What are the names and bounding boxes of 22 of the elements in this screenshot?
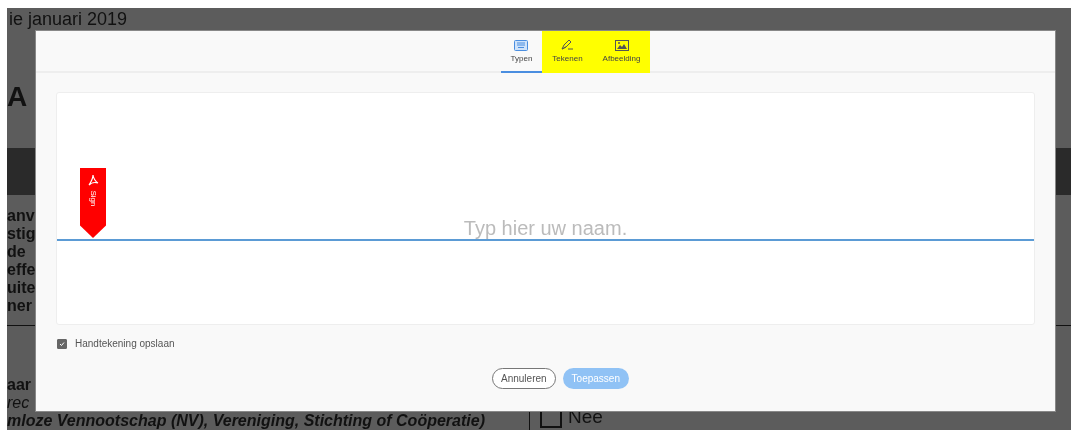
save-label: Handtekening opslaan	[75, 338, 175, 349]
page-date: ie januari 2019	[8, 8, 128, 29]
page-text: ner	[7, 297, 32, 315]
page-text: de	[7, 243, 26, 261]
page-text: rec	[7, 394, 30, 412]
page-text: effe	[7, 261, 36, 279]
sign-badge: Sign	[80, 168, 106, 238]
cancel-button[interactable]: Annuleren	[492, 368, 556, 389]
check-icon	[59, 340, 65, 347]
page-text: aar	[7, 376, 32, 394]
acrobat-logo-icon	[87, 174, 99, 186]
mode-tab[interactable]: Tekenen	[542, 31, 593, 73]
mode-tab[interactable]: Afbeelding	[592, 31, 651, 73]
pen-icon	[560, 39, 575, 51]
save-checkbox[interactable]	[57, 338, 67, 349]
page-heading: A	[7, 81, 28, 113]
page-text: stig	[7, 225, 36, 243]
page-text: uite	[7, 279, 36, 297]
page-text: mloze Vennootschap (NV), Vereniging, Stichting of Coöperatie)	[7, 412, 485, 430]
page-text: anv	[7, 207, 35, 225]
image-icon	[614, 39, 629, 51]
keyboard-icon	[514, 39, 529, 51]
